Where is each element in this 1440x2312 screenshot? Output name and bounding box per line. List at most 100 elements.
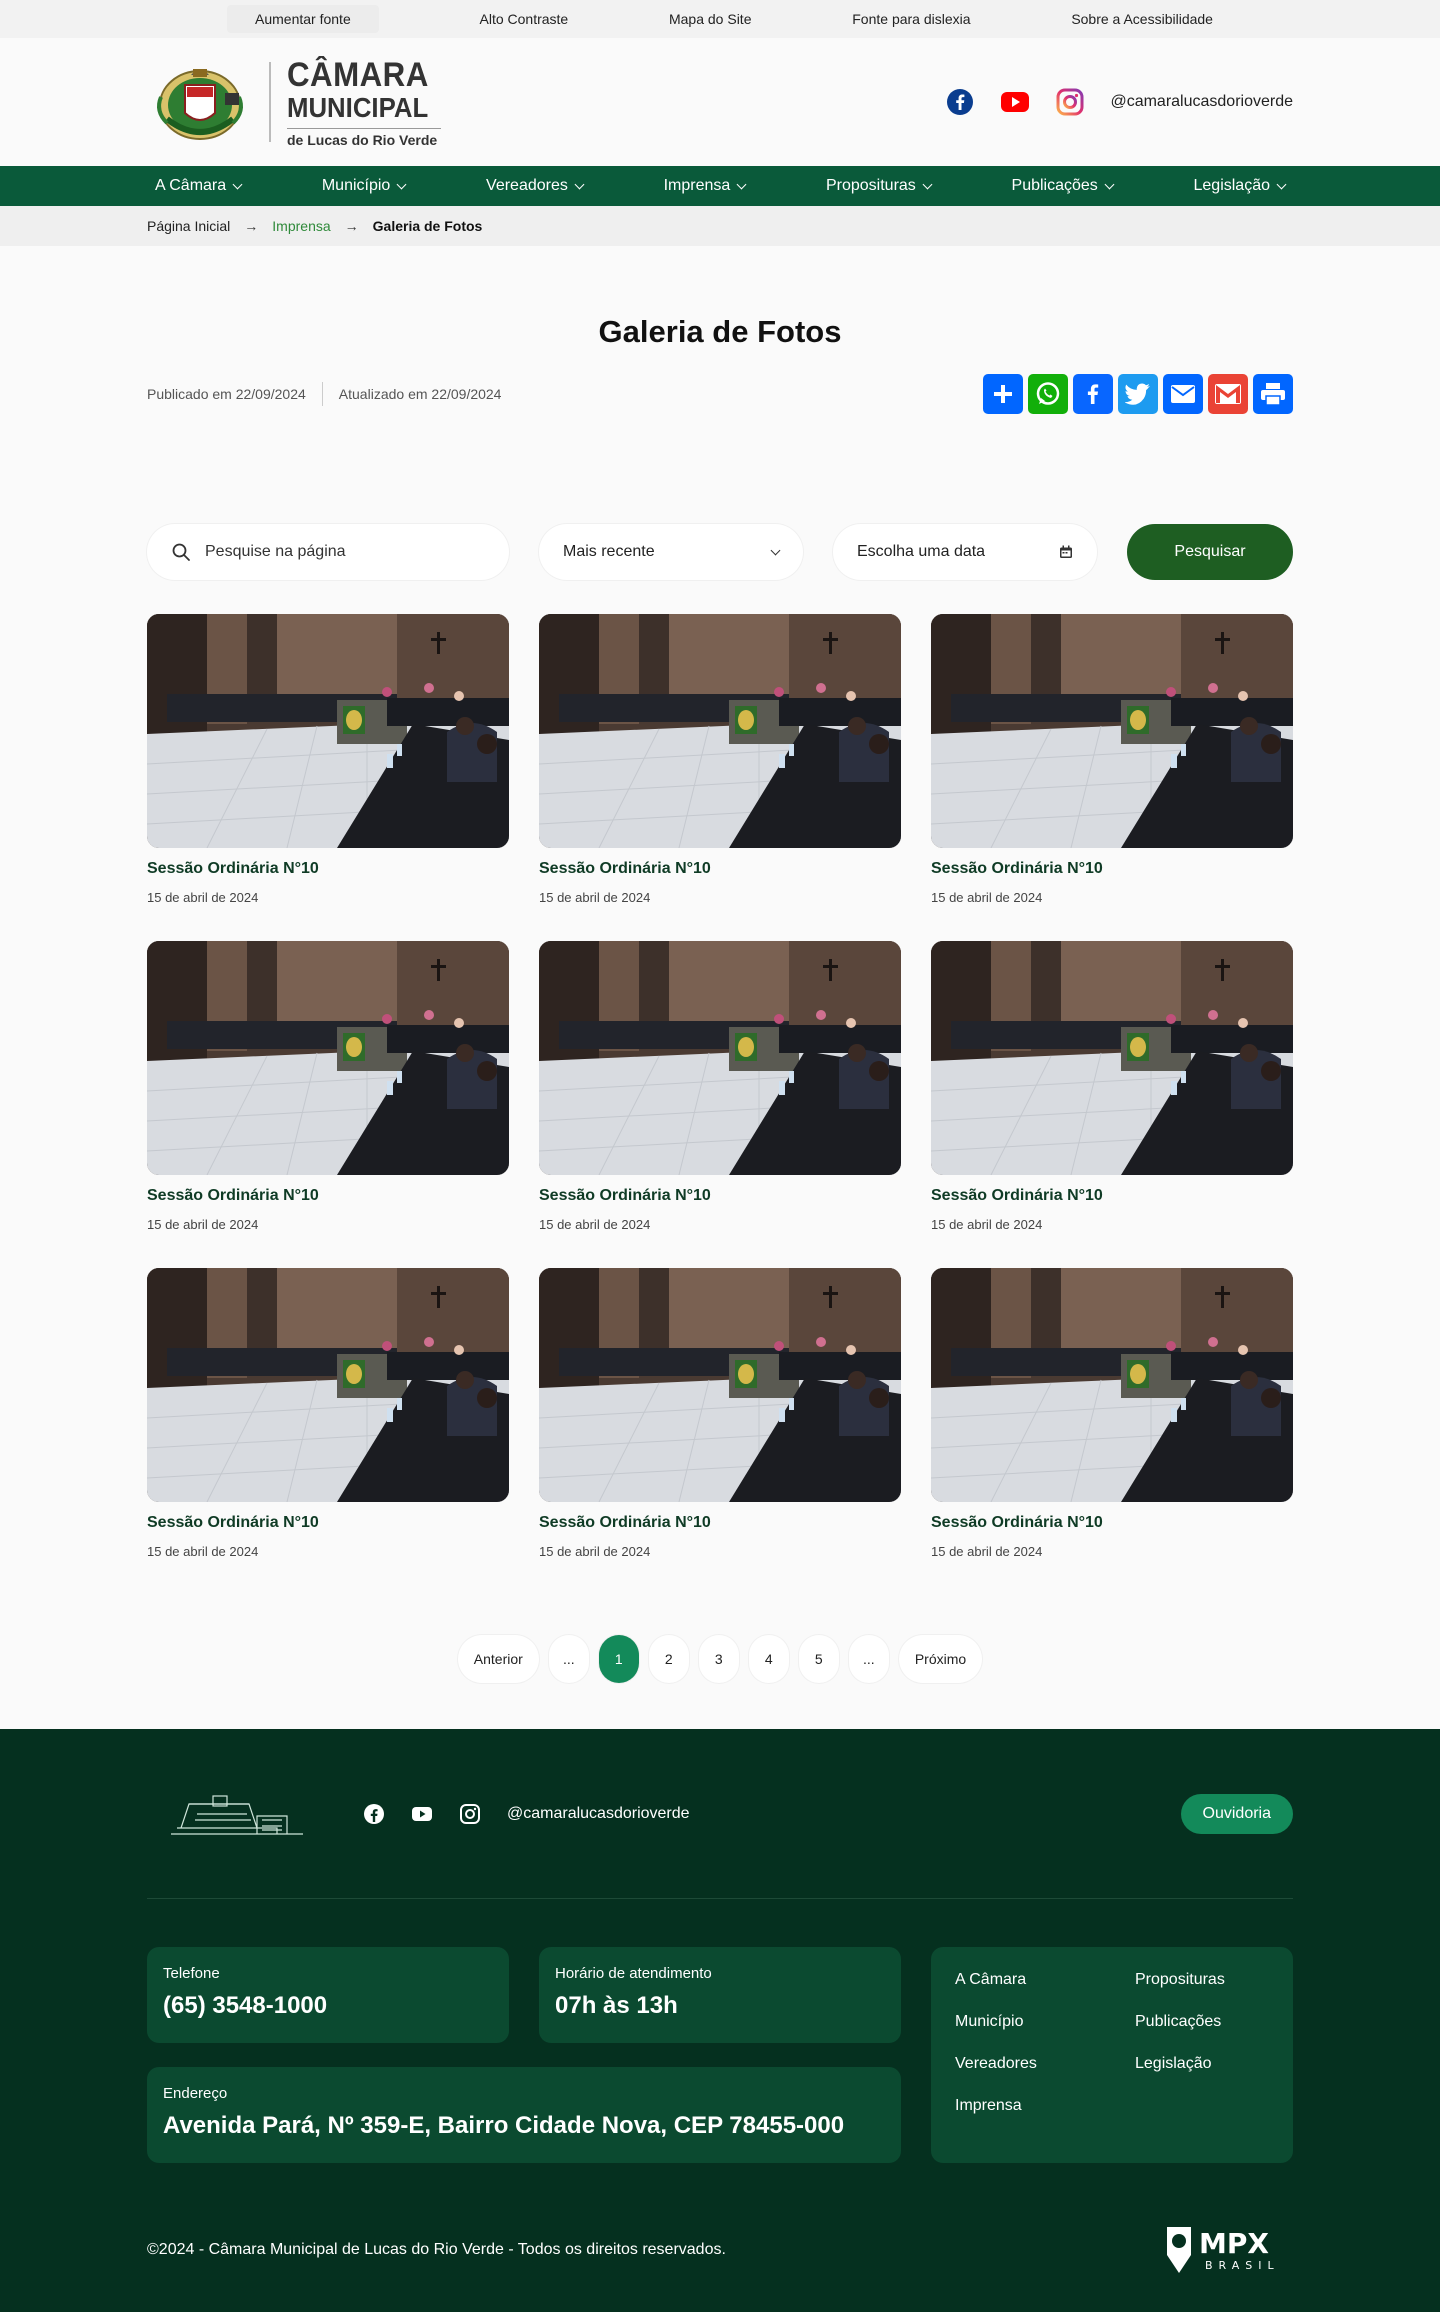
- updated-date: Atualizado em 22/09/2024: [338, 386, 502, 402]
- gallery-card-title[interactable]: Sessão Ordinária N°10: [147, 1187, 509, 1205]
- share-print-button[interactable]: [1253, 374, 1293, 414]
- youtube-icon[interactable]: [411, 1806, 433, 1822]
- coat-of-arms-icon: [157, 69, 243, 140]
- gallery-card[interactable]: Sessão Ordinária N°10 15 de abril de 2024: [539, 1268, 901, 1595]
- pagination-page-2[interactable]: 2: [648, 1635, 689, 1683]
- pagination-prev[interactable]: Anterior: [457, 1635, 539, 1683]
- pagination-ellipsis[interactable]: ...: [848, 1635, 889, 1683]
- logo-divider: [269, 62, 271, 142]
- session-photo[interactable]: [931, 1268, 1293, 1502]
- session-photo[interactable]: [931, 614, 1293, 848]
- breadcrumb-section[interactable]: Imprensa: [272, 218, 330, 234]
- share-gmail-button[interactable]: [1208, 374, 1248, 414]
- session-photo[interactable]: [147, 1268, 509, 1502]
- gallery-card-title[interactable]: Sessão Ordinária N°10: [539, 860, 901, 878]
- svg-text:MPX: MPX: [1199, 2227, 1269, 2260]
- footer-socials: @camaralucasdorioverde: [363, 1803, 690, 1825]
- nav-item-municipio[interactable]: Município: [322, 177, 407, 195]
- gallery-card-title[interactable]: Sessão Ordinária N°10: [147, 1514, 509, 1532]
- nav-label: Publicações: [1011, 177, 1098, 194]
- gallery-card-title[interactable]: Sessão Ordinária N°10: [931, 1514, 1293, 1532]
- mpx-brasil-logo[interactable]: MPX BRASIL: [1161, 2223, 1293, 2277]
- footer-top: @camaralucasdorioverde Ouvidoria: [147, 1729, 1293, 1899]
- session-photo[interactable]: [147, 614, 509, 848]
- footer-link-publicacoes[interactable]: Publicações: [1135, 2013, 1285, 2031]
- gallery-card-title[interactable]: Sessão Ordinária N°10: [539, 1187, 901, 1205]
- pagination-page-1[interactable]: 1: [598, 1635, 639, 1683]
- site-logo[interactable]: CÂMARA MUNICIPAL de Lucas do Rio Verde: [147, 57, 442, 147]
- instagram-icon[interactable]: [459, 1803, 481, 1825]
- share-email-button[interactable]: [1163, 374, 1203, 414]
- gallery-card[interactable]: Sessão Ordinária N°10 15 de abril de 2024: [539, 614, 901, 941]
- session-photo[interactable]: [539, 1268, 901, 1502]
- footer-brand-row: @camaralucasdorioverde: [147, 1784, 690, 1844]
- nav-item-legislacao[interactable]: Legislação: [1194, 177, 1287, 195]
- instagram-icon[interactable]: [1056, 88, 1084, 116]
- footer-social-handle[interactable]: @camaralucasdorioverde: [507, 1805, 690, 1823]
- svg-text:BRASIL: BRASIL: [1205, 2259, 1280, 2272]
- meta-row: Publicado em 22/09/2024 Atualizado em 22…: [147, 374, 1293, 414]
- search-input[interactable]: [205, 543, 465, 561]
- session-photo[interactable]: [539, 941, 901, 1175]
- session-photo[interactable]: [539, 614, 901, 848]
- share-facebook-button[interactable]: [1073, 374, 1113, 414]
- gallery-card-title[interactable]: Sessão Ordinária N°10: [931, 1187, 1293, 1205]
- increase-font-link[interactable]: Aumentar fonte: [227, 5, 379, 33]
- social-handle[interactable]: @camaralucasdorioverde: [1110, 93, 1293, 111]
- footer-link-vereadores[interactable]: Vereadores: [955, 2055, 1135, 2073]
- gallery-card[interactable]: Sessão Ordinária N°10 15 de abril de 2024: [147, 614, 509, 941]
- session-photo[interactable]: [147, 941, 509, 1175]
- order-select[interactable]: Mais recente: [539, 524, 803, 580]
- facebook-icon[interactable]: [946, 88, 974, 116]
- footer-link-proposituras[interactable]: Proposituras: [1135, 1971, 1285, 1989]
- phone-value[interactable]: (65) 3548-1000: [163, 1992, 493, 2020]
- share-twitter-button[interactable]: [1118, 374, 1158, 414]
- session-photo[interactable]: [931, 941, 1293, 1175]
- gallery-card[interactable]: Sessão Ordinária N°10 15 de abril de 2024: [931, 614, 1293, 941]
- nav-item-a-camara[interactable]: A Câmara: [155, 177, 243, 195]
- nav-item-publicacoes[interactable]: Publicações: [1011, 177, 1115, 195]
- high-contrast-link[interactable]: Alto Contraste: [480, 11, 569, 27]
- pagination-next[interactable]: Próximo: [898, 1635, 983, 1683]
- gallery-card-title[interactable]: Sessão Ordinária N°10: [539, 1514, 901, 1532]
- footer-link-municipio[interactable]: Município: [955, 2013, 1135, 2031]
- nav-item-proposituras[interactable]: Proposituras: [826, 177, 933, 195]
- site-map-link[interactable]: Mapa do Site: [669, 11, 752, 27]
- gallery-card-title[interactable]: Sessão Ordinária N°10: [147, 860, 509, 878]
- order-select-value: Mais recente: [563, 543, 655, 560]
- youtube-icon[interactable]: [1000, 91, 1030, 113]
- gallery-card[interactable]: Sessão Ordinária N°10 15 de abril de 2024: [931, 1268, 1293, 1595]
- gallery-card-date: 15 de abril de 2024: [931, 1217, 1043, 1232]
- pagination-page-5[interactable]: 5: [798, 1635, 839, 1683]
- breadcrumb-home[interactable]: Página Inicial: [147, 218, 230, 234]
- pagination-ellipsis[interactable]: ...: [548, 1635, 589, 1683]
- search-submit-button[interactable]: Pesquisar: [1127, 524, 1293, 580]
- footer-link-a-camara[interactable]: A Câmara: [955, 1971, 1135, 1989]
- facebook-icon[interactable]: [363, 1803, 385, 1825]
- main-content: Galeria de Fotos Publicado em 22/09/2024…: [147, 314, 1293, 1683]
- gallery-card-title[interactable]: Sessão Ordinária N°10: [931, 860, 1293, 878]
- address-label: Endereço: [163, 2085, 228, 2102]
- share-whatsapp-button[interactable]: [1028, 374, 1068, 414]
- nav-item-vereadores[interactable]: Vereadores: [486, 177, 585, 195]
- published-date: Publicado em 22/09/2024: [147, 386, 306, 402]
- ouvidoria-button[interactable]: Ouvidoria: [1180, 1793, 1293, 1834]
- email-icon: [1171, 385, 1195, 403]
- gmail-icon: [1215, 384, 1241, 404]
- search-box[interactable]: [147, 524, 509, 580]
- pagination-page-4[interactable]: 4: [748, 1635, 789, 1683]
- gallery-card[interactable]: Sessão Ordinária N°10 15 de abril de 2024: [147, 941, 509, 1268]
- gallery-card[interactable]: Sessão Ordinária N°10 15 de abril de 2024: [147, 1268, 509, 1595]
- pagination-page-3[interactable]: 3: [698, 1635, 739, 1683]
- footer-link-imprensa[interactable]: Imprensa: [955, 2097, 1135, 2115]
- about-accessibility-link[interactable]: Sobre a Acessibilidade: [1071, 11, 1213, 27]
- gallery-card[interactable]: Sessão Ordinária N°10 15 de abril de 2024: [539, 941, 901, 1268]
- date-picker[interactable]: Escolha uma data: [833, 524, 1097, 580]
- dyslexia-font-link[interactable]: Fonte para dislexia: [852, 11, 970, 27]
- footer-link-legislacao[interactable]: Legislação: [1135, 2055, 1285, 2073]
- share-add-button[interactable]: [983, 374, 1023, 414]
- gallery-card-date: 15 de abril de 2024: [147, 1217, 259, 1232]
- nav-item-imprensa[interactable]: Imprensa: [664, 177, 747, 195]
- gallery-card-date: 15 de abril de 2024: [931, 1544, 1043, 1559]
- gallery-card[interactable]: Sessão Ordinária N°10 15 de abril de 2024: [931, 941, 1293, 1268]
